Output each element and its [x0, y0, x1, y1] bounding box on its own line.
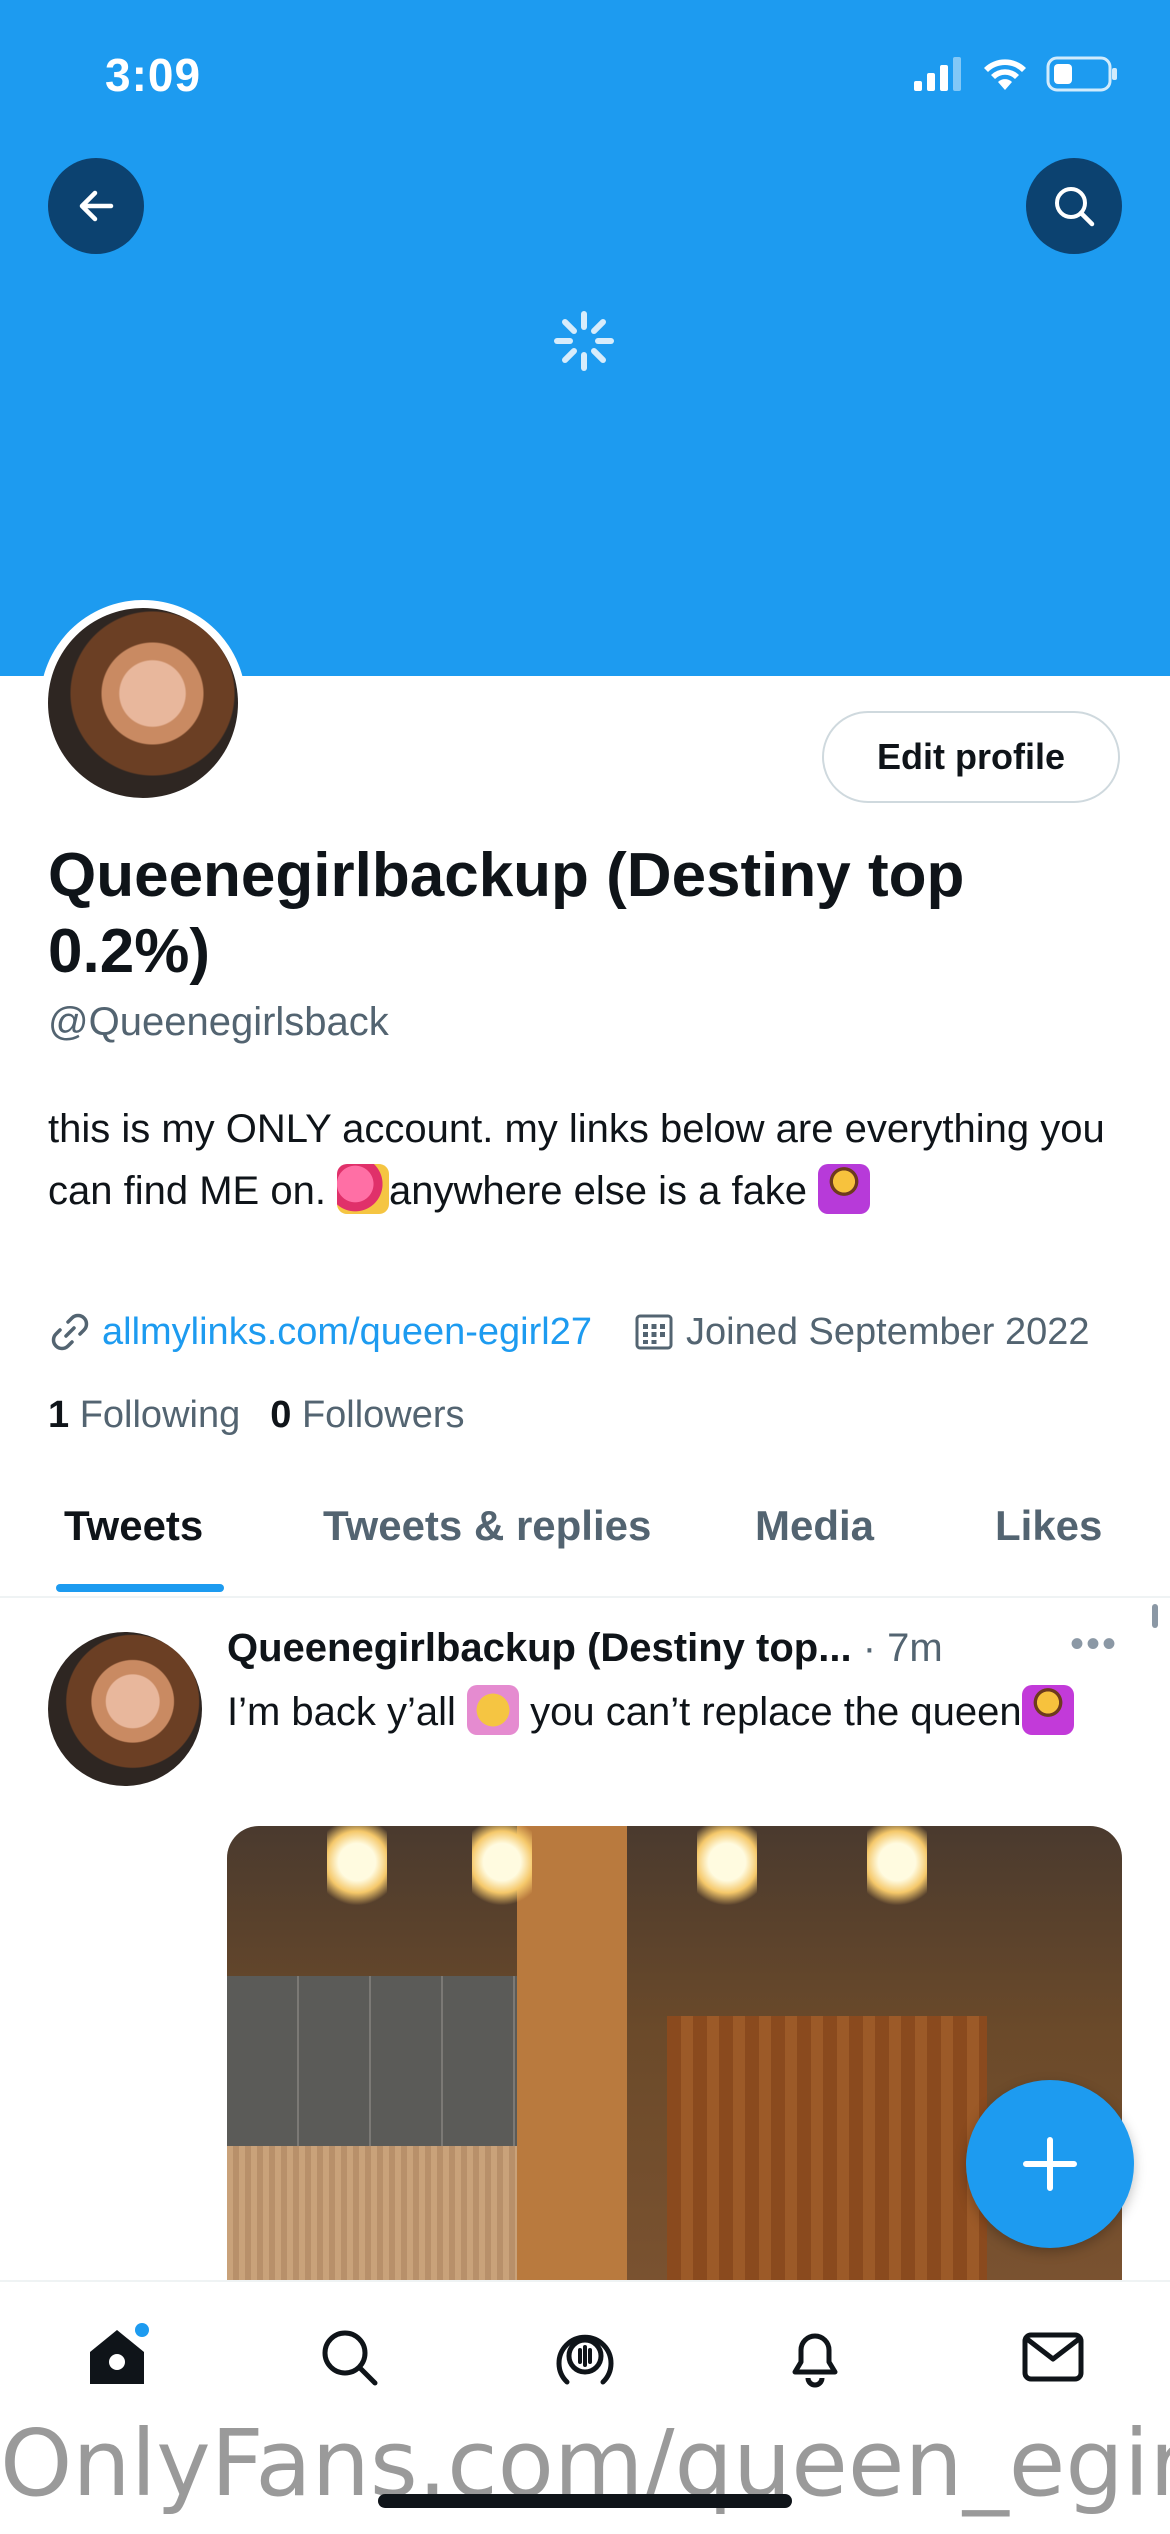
calendar-icon [635, 1314, 673, 1350]
follow-stats: 1 Following 0 Followers [48, 1394, 465, 1437]
display-name: Queenegirlbackup (Destiny top 0.2%) [48, 841, 965, 986]
active-tab-indicator [56, 1584, 224, 1592]
tab-tweets-replies[interactable]: Tweets & replies [323, 1502, 651, 1550]
nav-messages[interactable] [1018, 2322, 1088, 2392]
heart-ribbon-emoji-icon [337, 1164, 390, 1214]
spinner-icon [554, 311, 614, 371]
arrow-left-icon [79, 190, 114, 222]
tweet-text-1: I’m back y’all [227, 1690, 468, 1734]
tweet-more-button[interactable]: ••• [1070, 1622, 1118, 1667]
nail-polish-emoji-icon [467, 1685, 520, 1735]
followers-count: 0 [270, 1394, 292, 1436]
signal-icon [914, 57, 961, 91]
search-icon [322, 2330, 378, 2386]
profile-meta: allmylinks.com/queen-egirl27 Joined Sept… [48, 1306, 1128, 1358]
tweet-header: Queenegirlbackup (Destiny top... · 7m [227, 1626, 1127, 1671]
search-button[interactable] [1026, 158, 1122, 254]
person-tipping-hand-emoji-icon [1021, 1685, 1074, 1735]
profile-avatar[interactable] [40, 600, 246, 806]
nav-search[interactable] [314, 2322, 384, 2392]
tab-media[interactable]: Media [755, 1502, 874, 1550]
person-gesturing-no-emoji-icon [818, 1164, 871, 1214]
notifications-icon [792, 2333, 838, 2388]
tweet-text: I’m back y’all you can’t replace the que… [227, 1682, 1107, 1742]
following-label: Following [79, 1394, 241, 1436]
user-handle: @Queenegirlsback [48, 1000, 389, 1044]
nav-notifications[interactable] [780, 2322, 850, 2392]
tweet-text-2: you can’t replace the queen [519, 1690, 1022, 1734]
profile-bio: this is my ONLY account. my links below … [48, 1098, 1128, 1222]
profile-tabs: Tweets Tweets & replies Media Likes [0, 1480, 1170, 1598]
profile-link[interactable]: allmylinks.com/queen-egirl27 [102, 1311, 592, 1354]
tweet-author-name[interactable]: Queenegirlbackup (Destiny top... [227, 1626, 852, 1670]
followers-stat[interactable]: 0 Followers [270, 1394, 464, 1437]
wifi-icon [984, 59, 1026, 90]
bio-text-2: anywhere else is a fake [389, 1169, 819, 1213]
tweet-time: · 7m [862, 1626, 943, 1670]
tab-likes[interactable]: Likes [995, 1502, 1102, 1550]
nav-home[interactable] [82, 2322, 152, 2392]
joined-date: Joined September 2022 [686, 1310, 1090, 1353]
back-button[interactable] [48, 158, 144, 254]
following-stat[interactable]: 1 Following [48, 1394, 240, 1437]
spaces-icon [556, 2334, 614, 2385]
link-icon [51, 1313, 89, 1351]
home-icon [90, 2323, 149, 2384]
battery-icon [1046, 56, 1117, 92]
nav-spaces[interactable] [550, 2322, 620, 2392]
tab-tweets[interactable]: Tweets [64, 1502, 203, 1550]
scrollbar[interactable] [1152, 1604, 1158, 1628]
tweet-avatar[interactable] [48, 1632, 202, 1786]
messages-icon [1022, 2332, 1084, 2382]
followers-label: Followers [301, 1394, 465, 1436]
following-count: 1 [48, 1394, 70, 1436]
plus-icon [1023, 2137, 1077, 2191]
edit-profile-button[interactable]: Edit profile [822, 711, 1120, 803]
compose-tweet-button[interactable] [966, 2080, 1134, 2248]
home-indicator[interactable] [378, 2494, 792, 2508]
status-icons [914, 52, 1118, 96]
search-icon [1055, 187, 1095, 227]
status-time: 3:09 [105, 49, 202, 101]
